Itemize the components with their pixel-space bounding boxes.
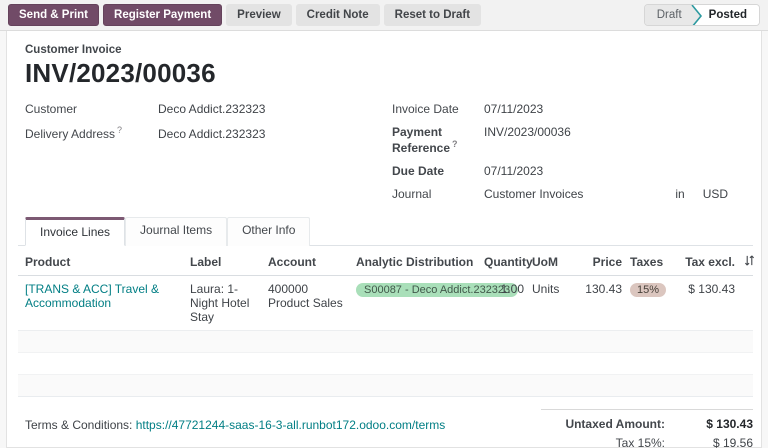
customer-label: Customer bbox=[25, 102, 78, 116]
journal-currency-link[interactable]: USD bbox=[703, 187, 728, 201]
sheet-footer: Terms & Conditions: https://47721244-saa… bbox=[18, 409, 753, 448]
header-taxes[interactable]: Taxes bbox=[626, 255, 678, 269]
status-step-posted[interactable]: Posted bbox=[702, 5, 759, 25]
table-row[interactable]: [TRANS & ACC] Travel & Accommodation Lau… bbox=[18, 276, 753, 331]
tab-other-info[interactable]: Other Info bbox=[227, 217, 311, 246]
delivery-address-label: Delivery Address? bbox=[25, 125, 158, 141]
journal-in-text: in bbox=[675, 187, 685, 201]
field-delivery-address: Delivery Address? Deco Addict.232323 bbox=[25, 125, 386, 141]
row-analytic[interactable]: S00087 - Deco Addict.232323 bbox=[352, 276, 519, 303]
untaxed-amount-value: $ 130.43 bbox=[706, 417, 753, 431]
header-analytic-distribution[interactable]: Analytic Distribution bbox=[352, 255, 480, 269]
help-icon: ? bbox=[452, 139, 458, 149]
row-account[interactable]: 400000 Product Sales bbox=[264, 276, 352, 316]
terms-link[interactable]: https://47721244-saas-16-3-all.runbot172… bbox=[136, 418, 446, 432]
field-due-date: Due Date 07/11/2023 bbox=[392, 164, 753, 178]
header-uom[interactable]: UoM bbox=[528, 255, 574, 269]
row-tax-excl: $ 130.43 bbox=[688, 282, 735, 296]
row-product-link[interactable]: [TRANS & ACC] Travel & Accommodation bbox=[18, 276, 186, 316]
header-quantity[interactable]: Quantity bbox=[480, 255, 533, 269]
tab-invoice-lines[interactable]: Invoice Lines bbox=[25, 217, 126, 246]
row-uom[interactable]: Units bbox=[528, 276, 574, 302]
invoice-number: INV/2023/00036 bbox=[25, 58, 216, 88]
payment-reference-label-text: Payment Reference bbox=[392, 125, 451, 155]
status-bar: Draft Posted bbox=[643, 4, 760, 26]
due-date-value[interactable]: 07/11/2023 bbox=[484, 164, 543, 178]
status-chevron-icon bbox=[689, 5, 703, 25]
row-taxes[interactable]: 15% bbox=[626, 276, 678, 303]
send-print-button[interactable]: Send & Print bbox=[8, 4, 100, 26]
table-header-row: Product Label Account Analytic Distribut… bbox=[18, 246, 755, 276]
row-spacer bbox=[739, 276, 757, 288]
help-icon: ? bbox=[117, 125, 123, 135]
invoice-date-label: Invoice Date bbox=[392, 102, 459, 116]
optional-columns-icon[interactable] bbox=[739, 255, 757, 269]
header-tax-excl[interactable]: Tax excl. bbox=[678, 255, 739, 269]
terms-and-conditions: Terms & Conditions: https://47721244-saa… bbox=[18, 409, 445, 448]
tax-badge[interactable]: 15% bbox=[630, 283, 667, 297]
field-customer: Customer Deco Addict.232323 bbox=[25, 102, 386, 116]
notebook-tabs: Invoice Lines Journal Items Other Info bbox=[18, 216, 753, 246]
delivery-address-label-text: Delivery Address bbox=[25, 127, 116, 141]
empty-table-row bbox=[18, 375, 753, 397]
document-type-label: Customer Invoice bbox=[25, 44, 122, 56]
row-label[interactable]: Laura: 1-Night Hotel Stay bbox=[186, 276, 264, 330]
register-payment-button[interactable]: Register Payment bbox=[103, 4, 223, 26]
payment-reference-value[interactable]: INV/2023/00036 bbox=[484, 125, 571, 139]
row-price[interactable]: 130.43 bbox=[574, 276, 626, 302]
status-step-draft[interactable]: Draft bbox=[644, 5, 690, 25]
terms-label: Terms & Conditions: bbox=[25, 418, 133, 432]
invoice-date-value[interactable]: 07/11/2023 bbox=[484, 102, 543, 116]
header-product[interactable]: Product bbox=[18, 255, 186, 269]
control-panel: Send & Print Register Payment Preview Cr… bbox=[0, 0, 768, 31]
row-quantity[interactable]: 1.00 bbox=[480, 276, 528, 302]
invoice-form-sheet: Customer Invoice INV/2023/00036 Customer… bbox=[6, 31, 762, 448]
field-invoice-date: Invoice Date 07/11/2023 bbox=[392, 102, 753, 116]
tab-journal-items[interactable]: Journal Items bbox=[125, 217, 228, 246]
header-label[interactable]: Label bbox=[186, 255, 264, 269]
preview-button[interactable]: Preview bbox=[226, 4, 292, 26]
payment-reference-label: Payment Reference? bbox=[392, 125, 484, 155]
due-date-label: Due Date bbox=[392, 164, 445, 178]
header-price[interactable]: Price bbox=[574, 255, 626, 269]
tax-row: Tax 15%: $ 19.56 bbox=[541, 436, 753, 448]
credit-note-button[interactable]: Credit Note bbox=[295, 4, 380, 26]
field-journal: Journal Customer Invoices in USD bbox=[392, 187, 753, 201]
reset-to-draft-button[interactable]: Reset to Draft bbox=[383, 4, 482, 26]
journal-label: Journal bbox=[392, 187, 432, 201]
untaxed-amount-label: Untaxed Amount: bbox=[565, 417, 665, 431]
customer-value-link[interactable]: Deco Addict.232323 bbox=[158, 102, 265, 116]
totals-block: Untaxed Amount: $ 130.43 Tax 15%: $ 19.5… bbox=[541, 409, 753, 448]
invoice-fields: Customer Deco Addict.232323 Delivery Add… bbox=[18, 102, 753, 210]
header-account[interactable]: Account bbox=[264, 255, 352, 269]
invoice-lines-table: Product Label Account Analytic Distribut… bbox=[18, 246, 755, 397]
delivery-address-value-link[interactable]: Deco Addict.232323 bbox=[158, 127, 265, 141]
empty-table-row bbox=[18, 353, 753, 375]
empty-table-row bbox=[18, 331, 753, 353]
journal-value[interactable]: Customer Invoices bbox=[484, 187, 583, 201]
untaxed-amount-row: Untaxed Amount: $ 130.43 bbox=[541, 417, 753, 431]
tax-label: Tax 15%: bbox=[615, 436, 665, 448]
tax-value: $ 19.56 bbox=[712, 436, 753, 448]
field-payment-reference: Payment Reference? INV/2023/00036 bbox=[392, 125, 753, 155]
